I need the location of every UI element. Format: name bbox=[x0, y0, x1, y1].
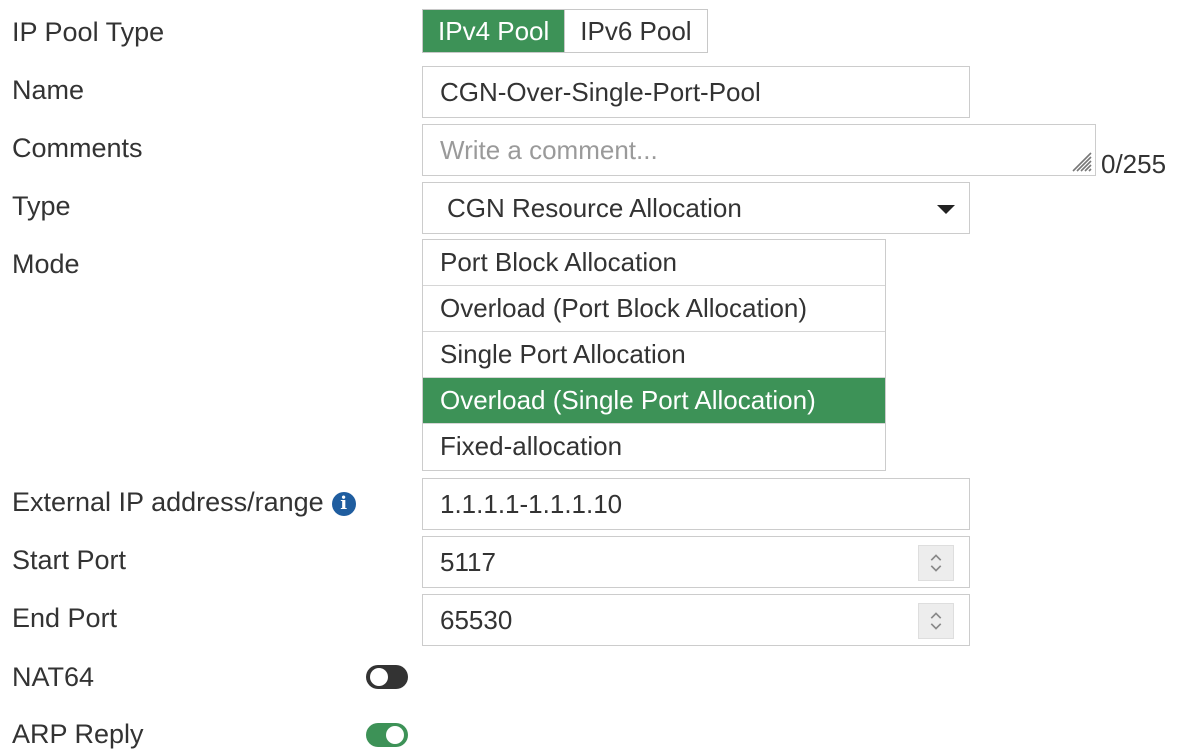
type-label: Type bbox=[12, 191, 71, 221]
end-port-input[interactable]: 65530 bbox=[422, 594, 970, 646]
mode-option-overload-single-port-allocation[interactable]: Overload (Single Port Allocation) bbox=[423, 378, 885, 424]
mode-option-overload-port-block-allocation[interactable]: Overload (Port Block Allocation) bbox=[423, 286, 885, 332]
end-port-label: End Port bbox=[12, 603, 118, 633]
start-port-label: Start Port bbox=[12, 545, 127, 575]
start-port-input[interactable]: 5117 bbox=[422, 536, 970, 588]
comments-char-counter: 0/255 bbox=[1101, 149, 1167, 179]
comments-textarea[interactable]: Write a comment... bbox=[422, 124, 1096, 176]
name-label: Name bbox=[12, 75, 85, 105]
external-ip-input[interactable]: 1.1.1.1-1.1.1.10 bbox=[422, 478, 970, 530]
ip-pool-type-label: IP Pool Type bbox=[12, 17, 165, 47]
ip-pool-type-segmented: IPv4 Pool IPv6 Pool bbox=[422, 9, 708, 53]
type-select[interactable]: CGN Resource Allocation bbox=[422, 182, 970, 234]
mode-option-port-block-allocation[interactable]: Port Block Allocation bbox=[423, 240, 885, 286]
nat64-label: NAT64 bbox=[12, 662, 95, 692]
arp-reply-toggle[interactable] bbox=[366, 723, 408, 747]
name-input[interactable]: CGN-Over-Single-Port-Pool bbox=[422, 66, 970, 118]
caret-down-icon bbox=[937, 205, 955, 214]
spinner-arrows-icon[interactable] bbox=[918, 603, 954, 639]
external-ip-label: External IP address/range i bbox=[12, 482, 356, 522]
nat64-toggle[interactable] bbox=[366, 665, 408, 689]
info-icon[interactable]: i bbox=[331, 492, 356, 516]
spinner-arrows-icon[interactable] bbox=[918, 545, 954, 581]
ipv4-pool-option[interactable]: IPv4 Pool bbox=[423, 10, 565, 52]
mode-option-fixed-allocation[interactable]: Fixed-allocation bbox=[423, 424, 885, 470]
type-select-value: CGN Resource Allocation bbox=[447, 193, 742, 223]
comments-label: Comments bbox=[12, 133, 143, 163]
external-ip-label-text: External IP address/range bbox=[12, 487, 324, 517]
resize-grip-icon[interactable] bbox=[1067, 147, 1093, 173]
toggle-knob bbox=[370, 668, 388, 686]
end-port-value: 65530 bbox=[440, 605, 513, 635]
comments-placeholder: Write a comment... bbox=[440, 135, 658, 165]
mode-label: Mode bbox=[12, 249, 80, 279]
arp-reply-label: ARP Reply bbox=[12, 719, 144, 749]
mode-listbox: Port Block Allocation Overload (Port Blo… bbox=[422, 239, 886, 471]
start-port-value: 5117 bbox=[440, 547, 496, 577]
mode-option-single-port-allocation[interactable]: Single Port Allocation bbox=[423, 332, 885, 378]
toggle-knob bbox=[386, 726, 404, 744]
ipv6-pool-option[interactable]: IPv6 Pool bbox=[564, 10, 707, 52]
